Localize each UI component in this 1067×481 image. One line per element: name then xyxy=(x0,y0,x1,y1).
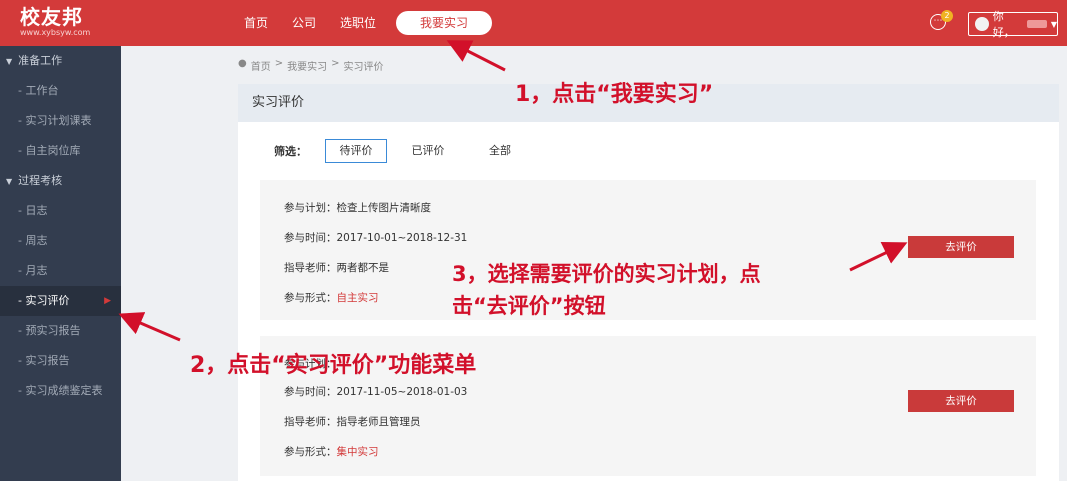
annotation-arrows xyxy=(118,40,908,342)
annotation-step-3-line2: 击“去评价”按钮 xyxy=(452,294,606,318)
annotation-step-2: 2，点击“实习评价”功能菜单 xyxy=(190,353,477,378)
annotation-arrow-3 xyxy=(849,241,908,272)
annotation-arrow-2 xyxy=(118,312,181,342)
annotation-step-1: 1，点击“我要实习” xyxy=(515,82,714,107)
annotation-step-3-line1: 3，选择需要评价的实习计划，点 xyxy=(452,262,761,286)
annotation-arrow-1 xyxy=(446,40,506,72)
